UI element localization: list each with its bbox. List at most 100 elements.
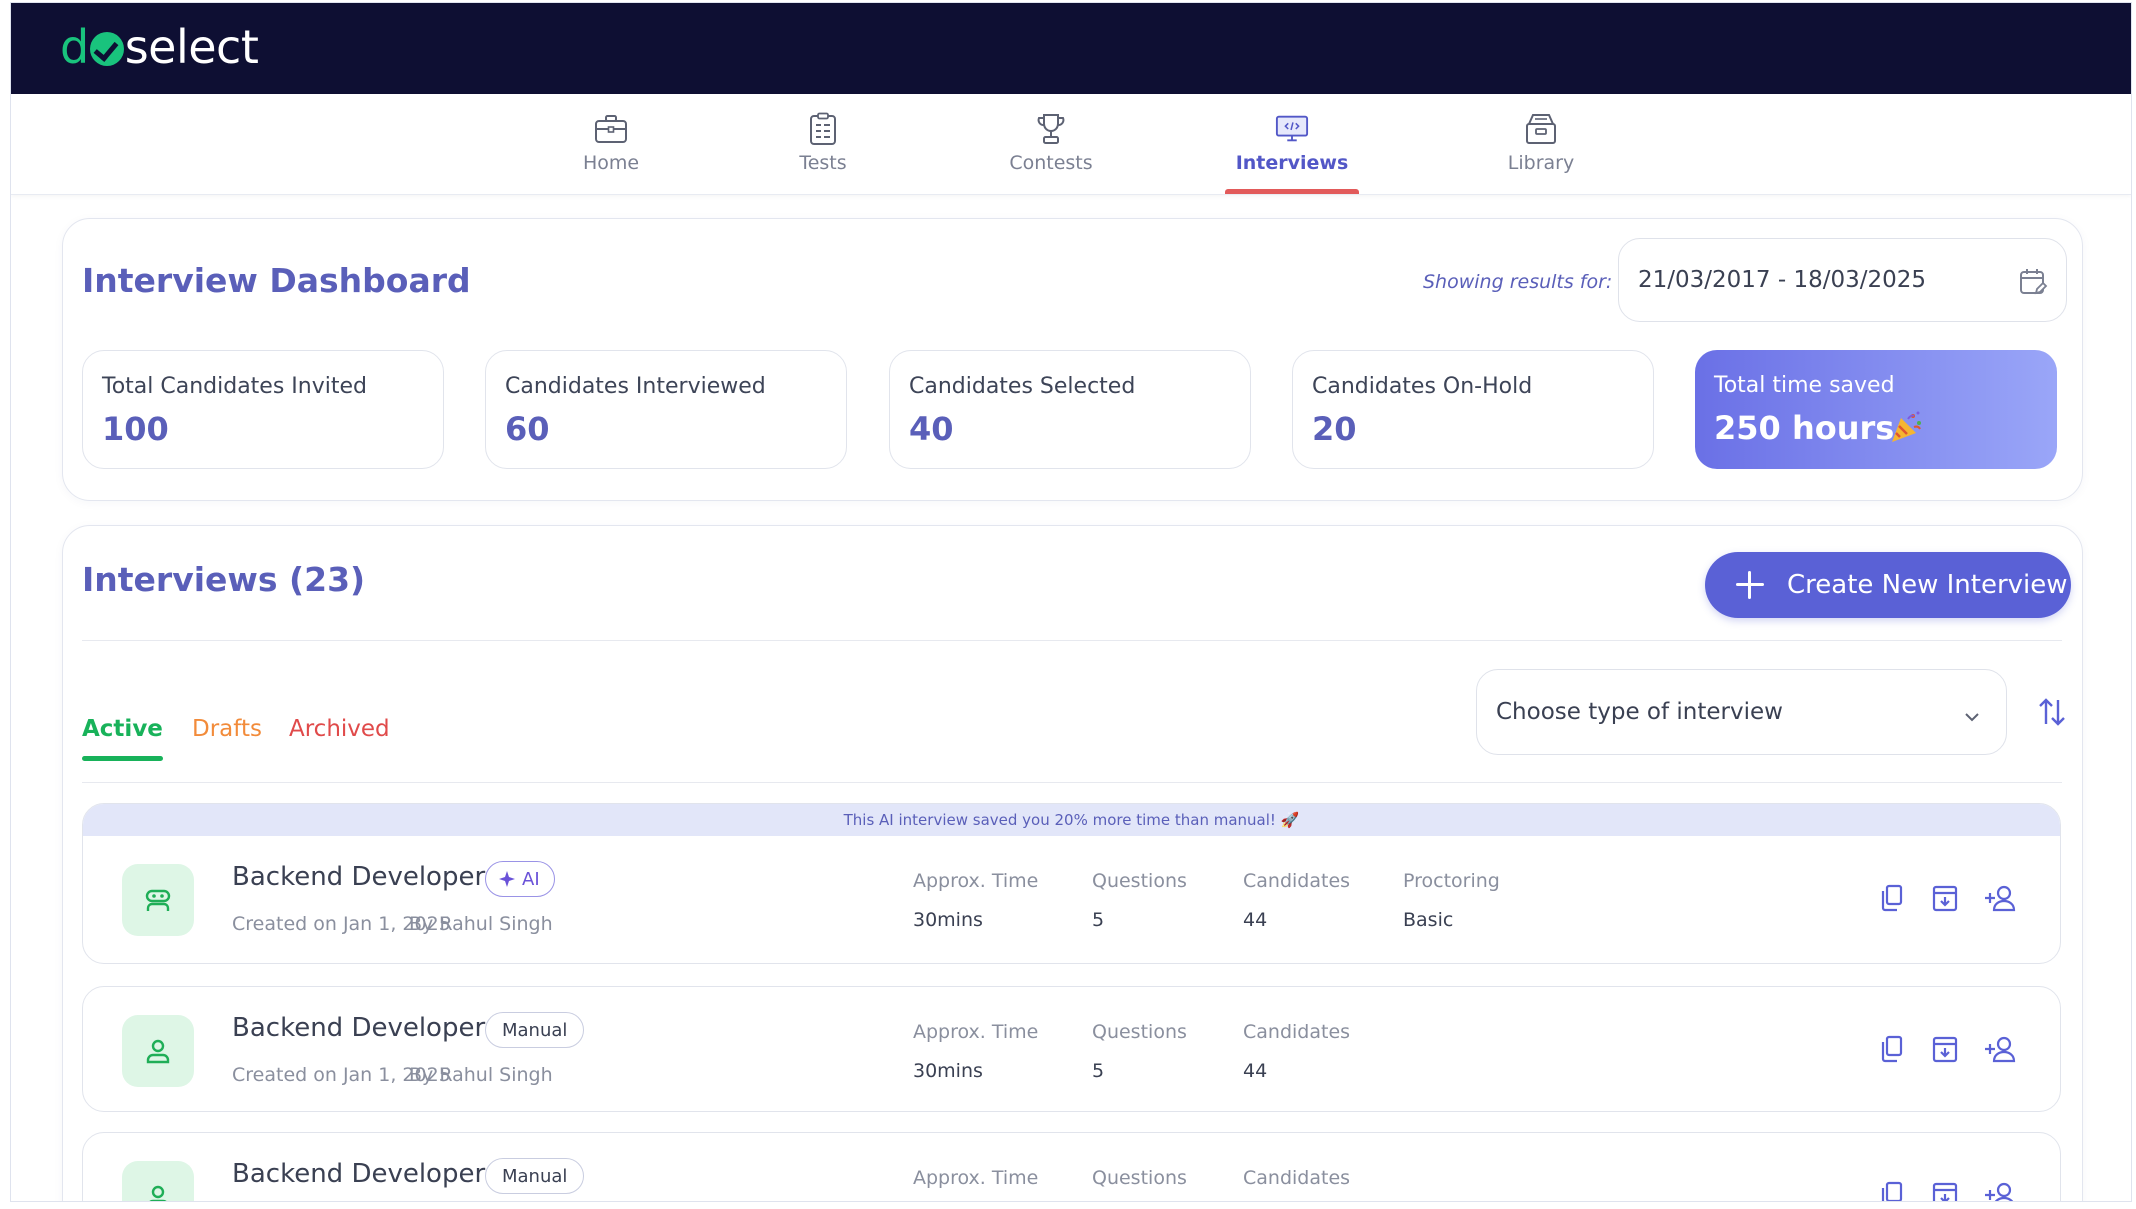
brand-bar: d select xyxy=(11,3,2131,94)
briefcase-icon xyxy=(594,112,628,146)
check-circle-icon xyxy=(89,32,124,66)
manual-badge: Manual xyxy=(485,1012,585,1048)
ai-interview-row[interactable]: This AI interview saved you 20% more tim… xyxy=(82,803,2061,964)
badge-label: Manual xyxy=(502,1165,568,1187)
copy-icon[interactable] xyxy=(1878,1034,1906,1064)
nav-contests-label: Contests xyxy=(1009,152,1093,174)
copy-icon[interactable] xyxy=(1878,1180,1906,1201)
tab-drafts[interactable]: Drafts xyxy=(192,716,262,742)
interviews-list-card: Interviews (23) Create New Interview Act… xyxy=(62,525,2083,1201)
create-button-label: Create New Interview xyxy=(1787,570,2068,600)
stat-value: 100 xyxy=(102,410,169,448)
manual-interview-row[interactable]: Backend Developer Manual Approx. Time Qu… xyxy=(82,1132,2061,1201)
clipboard-icon xyxy=(806,112,840,146)
tab-archived[interactable]: Archived xyxy=(289,716,390,742)
stat-value: 60 xyxy=(505,410,550,448)
questions-value: 5 xyxy=(1092,1060,1105,1082)
tabs-divider xyxy=(82,782,2062,783)
row-content: Backend Developer Manual Created on Jan … xyxy=(83,987,2060,1112)
interview-role[interactable]: Backend Developer xyxy=(232,1159,485,1189)
nav-home[interactable]: Home xyxy=(581,94,641,194)
stat-on-hold: Candidates On-Hold 20 xyxy=(1292,350,1654,469)
add-user-icon[interactable] xyxy=(1983,1034,2017,1064)
monitor-code-icon xyxy=(1275,112,1309,146)
interview-role[interactable]: Backend Developer xyxy=(232,1013,485,1043)
add-user-icon[interactable] xyxy=(1983,1180,2017,1201)
logo-letter-d: d xyxy=(60,20,89,74)
party-popper-icon xyxy=(1888,409,1924,445)
sparkle-icon xyxy=(498,870,516,888)
nav-interviews-label: Interviews xyxy=(1235,152,1349,174)
showing-results-label: Showing results for: xyxy=(1423,271,1613,293)
stat-label: Candidates Selected xyxy=(909,374,1136,399)
trophy-icon xyxy=(1034,112,1068,146)
questions-label: Questions xyxy=(1092,1167,1187,1189)
chevron-down-icon xyxy=(1964,703,1979,722)
create-new-interview-button[interactable]: Create New Interview xyxy=(1705,552,2071,618)
approx-time-label: Approx. Time xyxy=(913,1021,1039,1043)
copy-icon[interactable] xyxy=(1878,883,1906,913)
questions-value: 5 xyxy=(1092,909,1105,931)
questions-label: Questions xyxy=(1092,870,1187,892)
nav-home-label: Home xyxy=(582,152,640,174)
stat-value: 250 hours xyxy=(1714,409,1895,447)
proctoring-label: Proctoring xyxy=(1403,870,1500,892)
candidates-value: 44 xyxy=(1243,1060,1268,1082)
nav-library-label: Library xyxy=(1507,152,1575,174)
created-by: By Rahul Singh xyxy=(409,913,553,935)
archive-icon[interactable] xyxy=(1931,1034,1959,1064)
ai-savings-banner: This AI interview saved you 20% more tim… xyxy=(83,804,2060,836)
stat-value: 40 xyxy=(909,410,954,448)
interview-type-value: Choose type of interview xyxy=(1496,699,1783,725)
interview-role[interactable]: Backend Developer xyxy=(232,862,485,892)
archive-icon[interactable] xyxy=(1931,883,1959,913)
stat-label: Total time saved xyxy=(1714,373,1895,398)
tab-active[interactable]: Active xyxy=(82,716,163,761)
ai-badge: AI xyxy=(485,861,555,897)
row-content: Backend Developer Manual Approx. Time Qu… xyxy=(83,1133,2060,1201)
badge-label: Manual xyxy=(502,1019,568,1041)
stat-time-saved: Total time saved 250 hours xyxy=(1695,350,2057,469)
badge-label: AI xyxy=(522,868,540,890)
header-divider xyxy=(82,640,2062,641)
approx-time-label: Approx. Time xyxy=(913,1167,1039,1189)
date-range-value: 21/03/2017 - 18/03/2025 xyxy=(1638,267,1927,293)
library-icon xyxy=(1524,112,1558,146)
candidates-label: Candidates xyxy=(1243,870,1351,892)
add-user-icon[interactable] xyxy=(1983,883,2017,913)
approx-time-label: Approx. Time xyxy=(913,870,1039,892)
doselect-logo[interactable]: d select xyxy=(60,17,259,77)
interview-type-select[interactable]: Choose type of interview xyxy=(1476,669,2007,755)
manual-interview-row[interactable]: Backend Developer Manual Created on Jan … xyxy=(82,986,2061,1112)
interviews-title: Interviews (23) xyxy=(82,560,366,599)
calendar-edit-icon[interactable] xyxy=(2018,267,2048,297)
stat-label: Total Candidates Invited xyxy=(102,374,367,399)
nav-tests[interactable]: Tests xyxy=(796,94,850,194)
candidates-label: Candidates xyxy=(1243,1021,1351,1043)
nav-tests-label: Tests xyxy=(799,152,847,174)
proctoring-value: Basic xyxy=(1403,909,1454,931)
approx-time-value: 30mins xyxy=(913,1060,983,1082)
nav-contests[interactable]: Contests xyxy=(1001,94,1101,194)
date-range-picker[interactable]: 21/03/2017 - 18/03/2025 xyxy=(1618,238,2067,322)
main-nav: Home Tests Contests Interviews Library xyxy=(11,94,2131,195)
nav-interviews[interactable]: Interviews xyxy=(1225,94,1359,194)
manual-badge: Manual xyxy=(485,1158,585,1194)
questions-label: Questions xyxy=(1092,1021,1187,1043)
user-avatar xyxy=(122,1161,194,1201)
ai-bot-avatar xyxy=(122,864,194,936)
archive-icon[interactable] xyxy=(1931,1180,1959,1201)
candidates-label: Candidates xyxy=(1243,1167,1351,1189)
interview-dashboard-card: Interview Dashboard Showing results for:… xyxy=(62,218,2083,501)
candidates-value: 44 xyxy=(1243,909,1268,931)
sort-icon[interactable] xyxy=(2037,694,2067,730)
nav-library[interactable]: Library xyxy=(1506,94,1576,194)
app-frame: d select Home Tests Contests Interviews … xyxy=(10,2,2132,1202)
stat-label: Candidates On-Hold xyxy=(1312,374,1533,399)
stat-interviewed: Candidates Interviewed 60 xyxy=(485,350,847,469)
created-by: By Rahul Singh xyxy=(409,1064,553,1086)
logo-text: select xyxy=(124,20,259,74)
user-avatar xyxy=(122,1015,194,1087)
stat-total-invited: Total Candidates Invited 100 xyxy=(82,350,444,469)
dashboard-title: Interview Dashboard xyxy=(82,261,471,300)
